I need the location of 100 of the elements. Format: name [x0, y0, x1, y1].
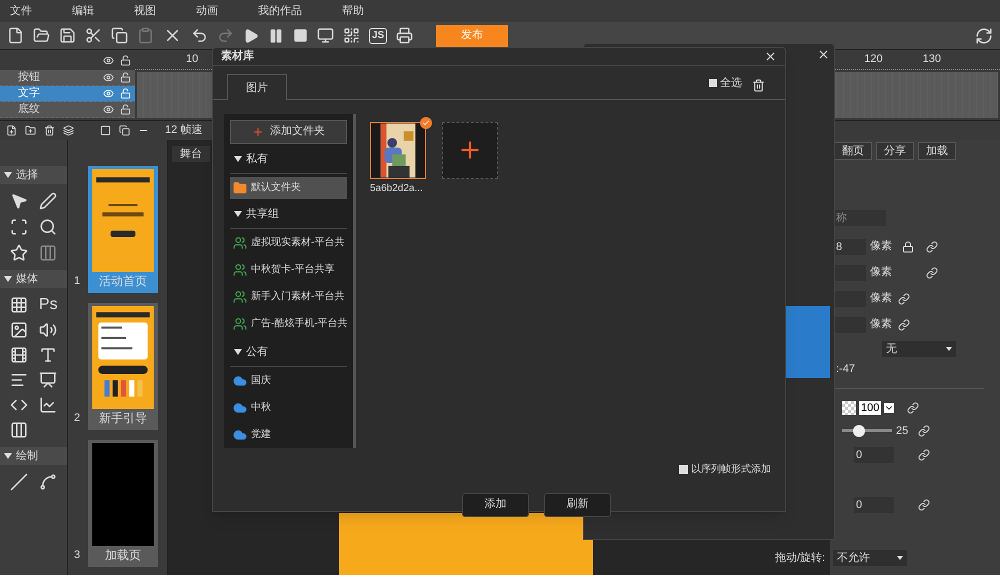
undo-icon[interactable] [191, 27, 208, 44]
expanded-icon[interactable] [234, 211, 242, 217]
page-thumbnail[interactable]: 加载页 [88, 440, 158, 567]
visibility-icon[interactable] [103, 72, 114, 83]
layer-row[interactable]: 底纹 [0, 102, 135, 118]
lock-icon[interactable] [120, 88, 131, 99]
qr-code-icon[interactable] [343, 27, 360, 44]
select-all-checkbox[interactable]: 全选 [709, 75, 742, 92]
open-folder-icon[interactable] [33, 27, 50, 44]
image-icon[interactable] [10, 321, 28, 339]
menu-item[interactable]: 动画 [196, 2, 218, 20]
panel-tab[interactable]: 分享 [876, 142, 914, 160]
blend-select[interactable]: 无 [882, 341, 956, 357]
link-icon[interactable] [926, 240, 938, 252]
folder-item[interactable]: 默认文件夹 [230, 176, 347, 198]
lock-icon[interactable] [120, 72, 131, 83]
group-header[interactable]: 私有 [230, 146, 347, 174]
folder-item[interactable]: 新手入门素材-平台共 [230, 286, 347, 308]
drag-select[interactable]: 不允许 [833, 550, 908, 566]
new-file-icon[interactable] [7, 27, 24, 44]
grid-icon[interactable] [10, 296, 28, 314]
frame-rate[interactable]: 12 帧速 [165, 122, 202, 139]
dialog-button[interactable]: 刷新 [544, 492, 611, 516]
new-layer-icon[interactable] [6, 125, 17, 136]
close-icon[interactable] [817, 48, 830, 60]
add-asset-button[interactable] [442, 122, 498, 178]
asset-thumbnail[interactable] [370, 122, 426, 178]
keyframe-icon[interactable] [100, 125, 111, 136]
stage-tab[interactable]: 舞台 [172, 146, 210, 162]
select-tool-icon[interactable] [10, 192, 28, 210]
link-icon[interactable] [918, 449, 930, 461]
group-header[interactable]: 共享组 [230, 200, 347, 228]
add-folder-button[interactable]: 添加文件夹 [230, 120, 347, 144]
slider-thumb[interactable] [852, 424, 865, 437]
panel-tab[interactable]: 翻页 [834, 142, 872, 160]
expanded-icon[interactable] [234, 349, 242, 355]
layer-row[interactable]: 按钮 [0, 70, 135, 86]
tool-section-header[interactable]: 选择 [0, 166, 67, 184]
transparency-swatch[interactable] [842, 400, 856, 414]
link-icon[interactable] [898, 318, 910, 330]
lock-icon[interactable] [120, 104, 131, 115]
paragraph-icon[interactable] [10, 371, 28, 389]
page-thumbnail[interactable]: 新手引导 [88, 303, 158, 430]
play-icon[interactable] [243, 28, 259, 44]
frame-icon[interactable] [10, 421, 28, 439]
delete-layer-icon[interactable] [44, 125, 55, 136]
line-tool-icon[interactable] [10, 473, 28, 491]
group-header[interactable]: 公有 [230, 338, 347, 366]
visibility-icon[interactable] [103, 104, 114, 115]
sequence-checkbox[interactable]: 以序列帧形式添加 [679, 462, 771, 476]
lock-icon[interactable] [120, 54, 131, 66]
photoshop-import-button[interactable]: Ps [38, 296, 58, 314]
folder-item[interactable]: 党建 [230, 424, 347, 446]
link-icon[interactable] [918, 424, 930, 437]
stop-icon[interactable] [293, 28, 308, 43]
pause-icon[interactable] [268, 28, 284, 44]
dialog-button[interactable]: 添加 [462, 492, 529, 516]
cut-icon[interactable] [85, 27, 102, 44]
visibility-icon[interactable] [103, 54, 114, 66]
tab[interactable]: 图片 [227, 74, 287, 100]
panel-tab[interactable]: 加载 [918, 142, 956, 160]
close-icon[interactable] [764, 50, 777, 63]
link-icon[interactable] [898, 292, 910, 304]
expanded-icon[interactable] [4, 453, 12, 459]
star-tool-icon[interactable] [10, 244, 28, 262]
video-icon[interactable] [10, 346, 28, 364]
menu-item[interactable]: 我的作品 [258, 2, 302, 20]
zoom-tool-icon[interactable] [39, 218, 58, 236]
curve-tool-icon[interactable] [39, 473, 58, 491]
rotation-field[interactable]: 0 [854, 447, 894, 463]
size-field[interactable]: 8 [834, 238, 866, 254]
name-field[interactable]: 称 [836, 210, 886, 226]
link-icon[interactable] [907, 402, 920, 414]
chart-icon[interactable] [39, 396, 58, 414]
refresh-icon[interactable] [975, 26, 993, 44]
copy-icon[interactable] [111, 27, 128, 44]
expanded-icon[interactable] [4, 276, 12, 282]
folder-item[interactable]: 中秋贺卡-平台共享 [230, 258, 347, 280]
menu-item[interactable]: 文件 [10, 2, 32, 20]
layer-row[interactable]: 文字 [0, 86, 135, 102]
expanded-icon[interactable] [4, 172, 12, 178]
slideshow-icon[interactable] [39, 371, 58, 389]
layers-icon[interactable] [63, 125, 74, 136]
menu-item[interactable]: 视图 [134, 2, 156, 20]
link-icon[interactable] [918, 499, 930, 511]
save-icon[interactable] [59, 27, 76, 44]
new-folder-icon[interactable] [25, 125, 36, 136]
lock-icon[interactable] [902, 240, 914, 252]
folder-item[interactable]: 国庆 [230, 370, 347, 392]
dropdown-icon[interactable] [884, 402, 894, 412]
menu-item[interactable]: 帮助 [342, 2, 364, 20]
opacity-field[interactable]: 100 [859, 400, 882, 414]
folder-item[interactable]: 中秋 [230, 396, 347, 418]
trash-icon[interactable] [752, 78, 765, 92]
tool-section-header[interactable]: 绘制 [0, 447, 67, 465]
preview-icon[interactable] [317, 27, 334, 44]
link-icon[interactable] [926, 266, 938, 278]
sound-icon[interactable] [39, 321, 58, 339]
expanded-icon[interactable] [234, 156, 242, 162]
rotation-field[interactable]: 0 [854, 497, 894, 513]
